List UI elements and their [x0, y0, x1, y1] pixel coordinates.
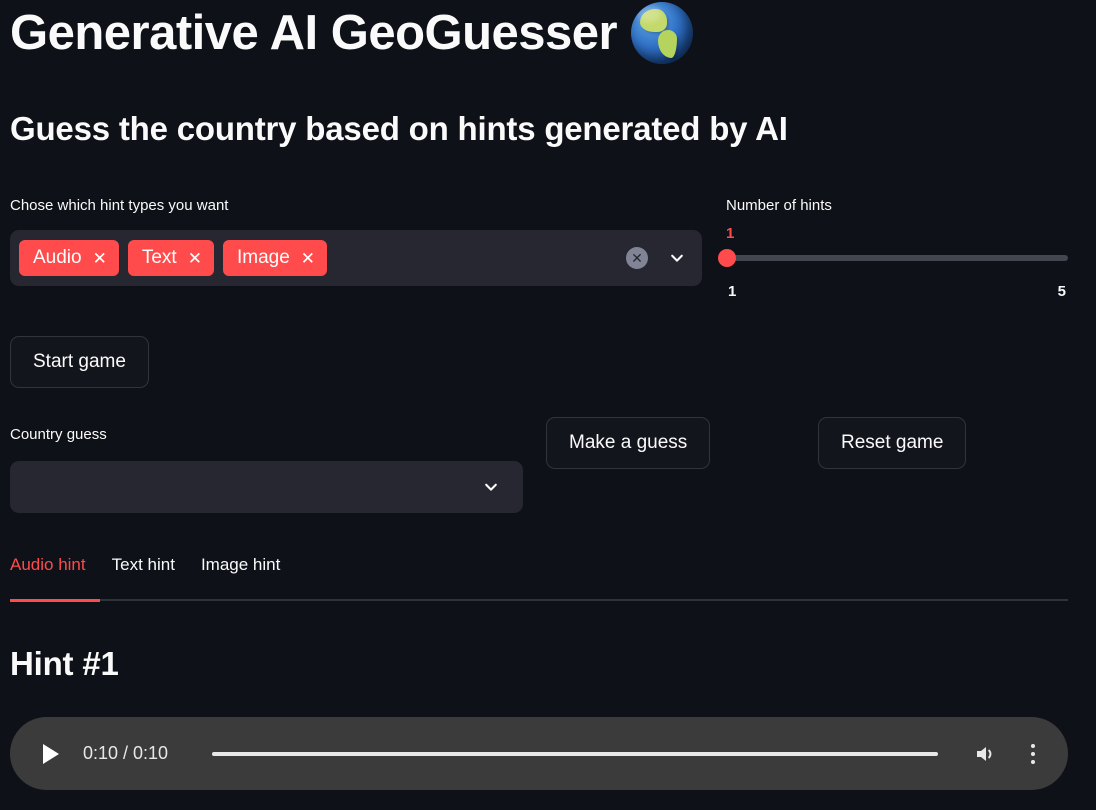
page-title: Generative AI GeoGuesser — [10, 2, 694, 64]
menu-dot — [1031, 759, 1035, 764]
hint-type-tag-audio[interactable]: Audio ✕ — [19, 240, 119, 276]
menu-dot — [1031, 743, 1035, 748]
slider-thumb[interactable] — [718, 249, 736, 267]
play-icon[interactable] — [40, 742, 62, 766]
chevron-down-icon[interactable] — [669, 250, 685, 266]
page-title-text: Generative AI GeoGuesser — [10, 5, 618, 60]
slider-max-label: 5 — [1057, 283, 1066, 300]
hint-type-tag-label: Audio — [33, 247, 82, 268]
hint-type-tag-label: Text — [141, 247, 177, 268]
app-root: Generative AI GeoGuesser Guess the count… — [0, 0, 1096, 810]
hint-tabs: Audio hint Text hint Image hint — [10, 555, 1068, 588]
hint-type-tag-image[interactable]: Image ✕ — [222, 240, 328, 276]
audio-player[interactable]: 0:10 / 0:10 — [10, 717, 1068, 790]
globe-shine — [637, 6, 662, 22]
volume-icon[interactable] — [972, 741, 998, 767]
hint-heading: Hint #1 — [10, 645, 119, 682]
country-guess-label: Country guess — [10, 426, 107, 443]
hint-type-tag-text[interactable]: Text ✕ — [127, 240, 214, 276]
reset-game-button[interactable]: Reset game — [818, 417, 967, 469]
close-icon[interactable]: ✕ — [188, 250, 202, 267]
start-game-button[interactable]: Start game — [10, 336, 149, 388]
country-guess-select[interactable] — [10, 461, 523, 513]
tab-audio-hint[interactable]: Audio hint — [10, 555, 86, 588]
slider-track[interactable] — [726, 255, 1068, 261]
slider-current-value: 1 — [726, 225, 735, 242]
hint-types-multiselect[interactable]: Audio ✕ Text ✕ Image ✕ ✕ — [10, 230, 702, 286]
chevron-down-icon[interactable] — [483, 479, 499, 495]
hint-count-label: Number of hints — [726, 197, 832, 214]
globe-americas-icon — [631, 2, 694, 64]
tabs-divider — [10, 599, 1068, 601]
more-vertical-icon[interactable] — [1020, 741, 1046, 767]
clear-circle-icon[interactable]: ✕ — [626, 247, 648, 269]
close-icon[interactable]: ✕ — [301, 250, 315, 267]
audio-seek-bar[interactable] — [212, 751, 938, 756]
make-guess-button[interactable]: Make a guess — [546, 417, 711, 469]
tabs-active-indicator — [10, 599, 100, 602]
audio-time-display: 0:10 / 0:10 — [83, 743, 169, 763]
menu-dot — [1031, 751, 1035, 756]
tab-image-hint[interactable]: Image hint — [201, 555, 280, 588]
slider-min-label: 1 — [728, 283, 737, 300]
close-icon[interactable]: ✕ — [93, 250, 107, 267]
tab-text-hint[interactable]: Text hint — [112, 555, 175, 588]
page-subtitle: Guess the country based on hints generat… — [10, 110, 788, 147]
hint-types-label: Chose which hint types you want — [10, 197, 229, 214]
hint-type-tag-label: Image — [236, 247, 290, 268]
